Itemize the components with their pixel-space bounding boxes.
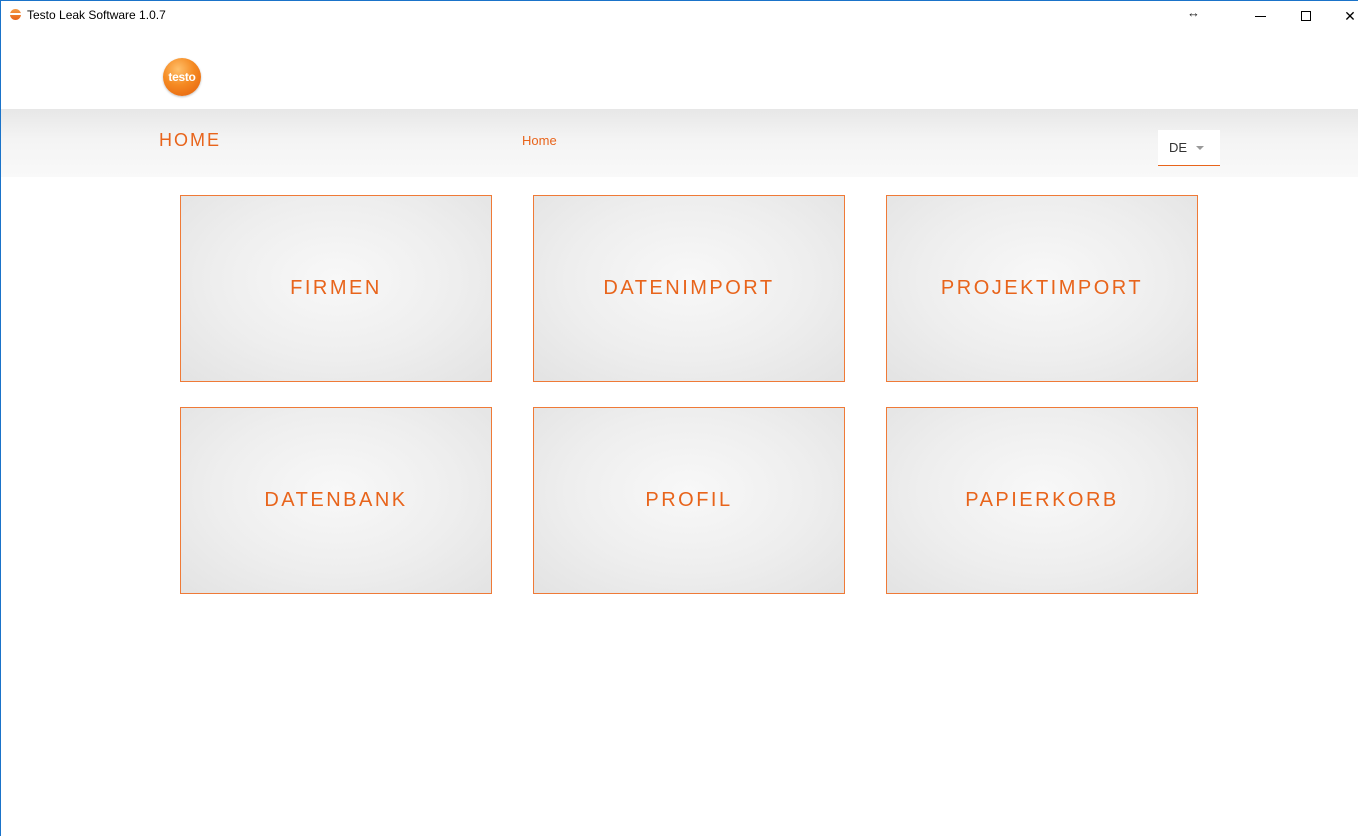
resize-arrows-icon: ↔ — [1187, 5, 1200, 20]
tile-datenimport[interactable]: DATENIMPORT — [533, 195, 845, 382]
tile-firmen[interactable]: FIRMEN — [180, 195, 492, 382]
minimize-icon — [1254, 15, 1266, 17]
tile-datenbank[interactable]: DATENBANK — [180, 407, 492, 594]
window-title: Testo Leak Software 1.0.7 — [27, 8, 166, 22]
tile-label: DATENIMPORT — [603, 277, 775, 299]
title-bar[interactable]: Testo Leak Software 1.0.7 ↔ ✕ — [1, 1, 1358, 31]
tile-label: FIRMEN — [290, 277, 382, 299]
close-button[interactable]: ✕ — [1327, 1, 1358, 31]
breadcrumb-home[interactable]: Home — [522, 133, 557, 148]
tile-label: PAPIERKORB — [965, 489, 1119, 511]
app-window: Testo Leak Software 1.0.7 ↔ ✕ testo HOME… — [0, 0, 1358, 836]
tile-label: DATENBANK — [264, 489, 408, 511]
chevron-down-icon — [1196, 145, 1205, 150]
tile-profil[interactable]: PROFIL — [533, 407, 845, 594]
close-icon: ✕ — [1344, 7, 1356, 24]
header-logo-row: testo — [1, 31, 1358, 109]
tile-label: PROFIL — [645, 489, 733, 511]
navigation-bar: HOME Home DE — [1, 109, 1358, 177]
tile-papierkorb[interactable]: PAPIERKORB — [886, 407, 1198, 594]
maximize-icon — [1301, 11, 1311, 21]
maximize-button[interactable] — [1283, 1, 1329, 31]
page-title: HOME — [159, 130, 221, 150]
language-select[interactable]: DE — [1158, 130, 1220, 166]
tile-projektimport[interactable]: PROJEKTIMPORT — [886, 195, 1198, 382]
minimize-button[interactable] — [1237, 1, 1283, 31]
testo-logo: testo — [163, 58, 201, 96]
language-value: DE — [1169, 140, 1188, 155]
app-icon — [10, 9, 21, 20]
tile-label: PROJEKTIMPORT — [940, 277, 1144, 299]
